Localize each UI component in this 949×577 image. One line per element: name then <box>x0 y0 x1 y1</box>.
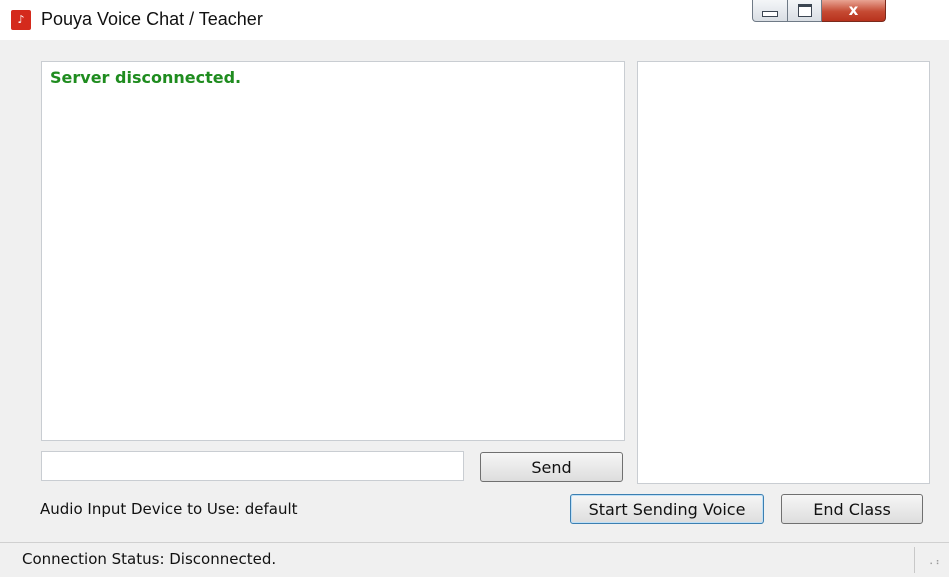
participants-list[interactable] <box>637 61 930 484</box>
maximize-button[interactable] <box>788 0 822 22</box>
status-bar: Connection Status: Disconnected. ⠠⠰ <box>0 542 949 577</box>
minimize-icon <box>762 10 778 17</box>
caption-buttons: x <box>752 0 886 24</box>
title-bar[interactable]: ♪ Pouya Voice Chat / Teacher x <box>0 0 949 40</box>
message-input[interactable] <box>41 451 464 481</box>
log-message: Server disconnected. <box>50 68 242 87</box>
window-frame-edge <box>0 40 10 542</box>
maximize-icon <box>797 4 812 17</box>
app-logo-icon[interactable]: ♪ <box>11 10 31 30</box>
send-button[interactable]: Send <box>480 452 623 482</box>
start-sending-voice-button[interactable]: Start Sending Voice <box>570 494 764 524</box>
minimize-button[interactable] <box>752 0 788 22</box>
close-button[interactable]: x <box>822 0 886 22</box>
connection-status: Connection Status: Disconnected. <box>22 550 277 568</box>
status-separator <box>914 547 915 573</box>
end-class-button[interactable]: End Class <box>781 494 923 524</box>
main-window: ♪ Pouya Voice Chat / Teacher x Server di… <box>0 0 949 577</box>
resize-grip-icon[interactable]: ⠠⠰ <box>926 558 940 573</box>
window-title: Pouya Voice Chat / Teacher <box>41 9 263 29</box>
chat-log-panel[interactable]: Server disconnected. <box>41 61 625 441</box>
audio-device-label: Audio Input Device to Use: default <box>40 500 298 518</box>
close-icon: x <box>848 1 859 19</box>
